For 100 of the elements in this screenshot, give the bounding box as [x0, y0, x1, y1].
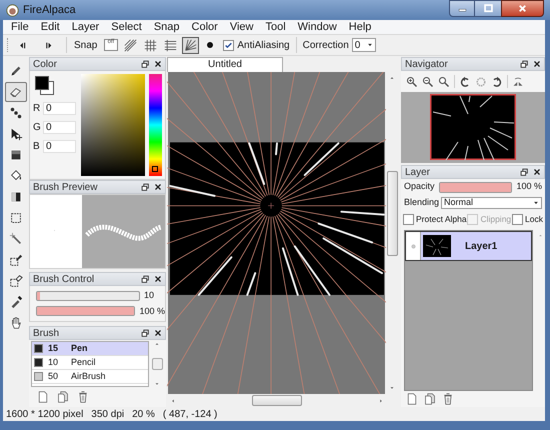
minimize-button[interactable] — [449, 0, 475, 17]
hue-marker[interactable] — [152, 166, 158, 172]
maximize-button[interactable] — [475, 0, 501, 17]
channel-label: G — [33, 121, 40, 135]
selection-eraser-icon[interactable] — [9, 274, 23, 288]
scroll-right-icon[interactable] — [378, 398, 384, 404]
navigator-preview-drawing[interactable] — [430, 94, 516, 160]
rotate-left-icon[interactable] — [459, 76, 471, 88]
close-icon[interactable] — [154, 329, 162, 337]
zoom-in-icon[interactable] — [406, 76, 418, 88]
zoom-reset-icon[interactable] — [438, 76, 450, 88]
bucket-icon[interactable] — [9, 169, 23, 183]
pencil-icon[interactable] — [9, 64, 23, 78]
undock-icon[interactable] — [141, 182, 150, 192]
gradient-icon[interactable] — [9, 190, 23, 204]
scroll-down-icon[interactable] — [389, 385, 395, 391]
layer-thumbnail — [423, 235, 451, 257]
scroll-thumb[interactable] — [386, 171, 398, 256]
zoom-out-icon[interactable] — [422, 76, 434, 88]
duplicate-icon[interactable] — [424, 393, 436, 405]
channel-input[interactable]: 0 — [43, 102, 76, 115]
rotate-right-icon[interactable] — [491, 76, 503, 88]
brush-list-item[interactable]: 15 Pen — [32, 342, 148, 356]
checkbox[interactable] — [223, 40, 234, 50]
menu-item[interactable]: View — [230, 18, 254, 36]
close-icon[interactable] — [154, 60, 162, 68]
selection-icon[interactable] — [9, 211, 23, 225]
slider-value: 100 % — [139, 304, 165, 318]
menu-item[interactable]: Window — [298, 18, 337, 36]
channel-label: B — [33, 140, 40, 154]
menu-item[interactable]: File — [11, 18, 29, 36]
move-arrow-icon[interactable] — [9, 127, 23, 141]
next-icon[interactable] — [44, 40, 52, 50]
close-icon[interactable] — [533, 168, 541, 176]
checkbox[interactable] — [512, 214, 524, 225]
brush-list-item[interactable]: 10 Pencil — [32, 356, 148, 370]
color-picker-square[interactable] — [80, 74, 146, 176]
menu-item[interactable]: Tool — [265, 18, 286, 36]
undock-icon[interactable] — [141, 60, 150, 68]
filled-square-icon[interactable] — [9, 148, 23, 162]
selection-pen-icon[interactable] — [9, 253, 23, 267]
dropdown-arrow-icon[interactable] — [533, 200, 539, 206]
undock-icon[interactable] — [141, 328, 150, 338]
document-tab[interactable]: Untitled — [167, 57, 283, 72]
channel-input[interactable]: 0 — [43, 140, 76, 153]
previous-icon[interactable] — [18, 40, 28, 50]
close-icon[interactable] — [533, 60, 541, 68]
panel-title: Brush Control — [33, 272, 96, 286]
app-icon — [6, 4, 19, 16]
scroll-up-icon[interactable] — [389, 75, 395, 81]
snap-label: Snap — [74, 38, 98, 52]
menu-item[interactable]: Select — [111, 18, 142, 36]
eyedropper-icon[interactable] — [9, 295, 23, 309]
channel-label: R — [33, 102, 40, 116]
checkbox-label: AntiAliasing — [237, 38, 290, 52]
menu-item[interactable]: Help — [348, 18, 372, 36]
dropdown-arrow-icon[interactable] — [366, 42, 373, 48]
trash-icon[interactable] — [77, 391, 89, 403]
hue-slider[interactable] — [149, 74, 162, 176]
checkmark-icon — [224, 40, 234, 50]
status-text: ( 487, -124 ) — [162, 408, 218, 422]
menu-item[interactable]: Color — [192, 18, 218, 36]
undock-icon[interactable] — [520, 168, 529, 176]
close-icon[interactable] — [154, 183, 162, 191]
checkbox[interactable] — [403, 214, 414, 225]
dots-icon[interactable] — [9, 106, 23, 120]
menu-item[interactable]: Layer — [72, 18, 100, 36]
correction-label: Correction — [302, 38, 349, 52]
undock-icon[interactable] — [141, 274, 150, 284]
flip-icon[interactable] — [512, 76, 524, 88]
hand-icon[interactable] — [9, 316, 23, 330]
color-swatches-drawing[interactable] — [35, 76, 54, 95]
eraser-tool[interactable] — [5, 82, 27, 102]
scroll-down-icon[interactable] — [154, 381, 160, 387]
blending-dropdown[interactable]: Normal — [441, 197, 542, 209]
menu-item[interactable]: Snap — [154, 18, 180, 36]
trash-icon[interactable] — [442, 393, 454, 405]
scroll-thumb[interactable] — [252, 395, 302, 406]
undock-icon[interactable] — [520, 60, 529, 68]
channel-input[interactable]: 0 — [43, 121, 76, 134]
correction-dropdown[interactable]: 0 — [352, 38, 376, 52]
brush-list-item[interactable]: 50 AirBrush — [32, 370, 148, 384]
scroll-left-icon[interactable] — [170, 398, 176, 404]
magic-wand-icon[interactable] — [9, 232, 23, 246]
eraser-icon[interactable] — [9, 85, 23, 99]
close-button[interactable] — [501, 0, 544, 17]
scroll-thumb[interactable] — [152, 358, 162, 370]
scrollbar[interactable] — [151, 341, 163, 387]
canvas-artwork-drawing[interactable] — [167, 72, 386, 394]
menu-item[interactable]: Edit — [40, 18, 60, 36]
new-page-icon[interactable] — [37, 391, 49, 403]
window-title: FireAlpaca — [23, 2, 77, 18]
layer-row[interactable]: Layer1 — [405, 231, 532, 261]
blending-label: Blending — [404, 196, 440, 210]
close-icon[interactable] — [154, 275, 162, 283]
slider-track[interactable] — [36, 290, 140, 301]
opacity-label: Opacity — [404, 180, 435, 194]
layer-name: Layer1 — [465, 240, 498, 254]
new-page-icon[interactable] — [406, 393, 418, 405]
duplicate-icon[interactable] — [57, 391, 69, 403]
